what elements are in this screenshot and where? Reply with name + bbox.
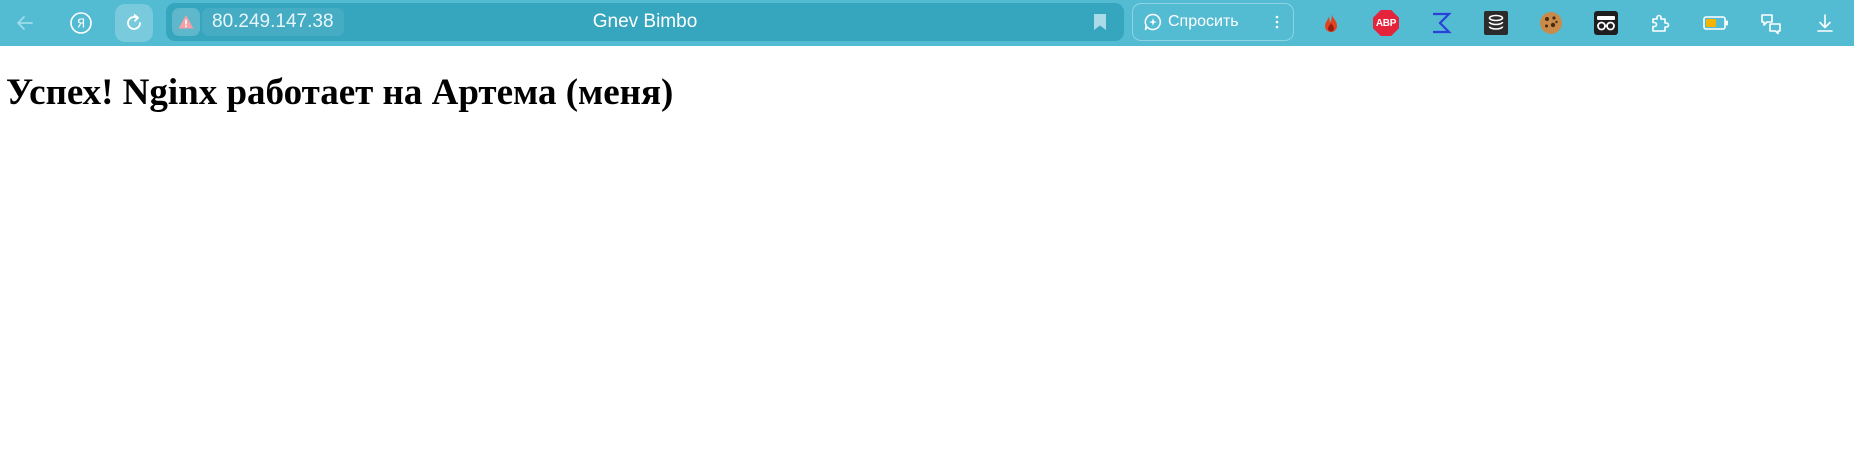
security-indicator[interactable] xyxy=(172,8,200,36)
browser-toolbar: Я 80.249.147.38 Gnev Bimbo Спросить ABP xyxy=(0,0,1854,46)
database-stack-icon xyxy=(1484,11,1508,35)
translate-icon xyxy=(1761,14,1781,35)
puzzle-extensions-icon xyxy=(1652,14,1670,32)
flame-extension-icon xyxy=(1325,13,1337,32)
reload-icon xyxy=(127,14,141,30)
url-text[interactable]: 80.249.147.38 xyxy=(202,8,344,36)
adblock-plus-icon: ABP xyxy=(1373,10,1399,36)
address-bar[interactable]: 80.249.147.38 Gnev Bimbo xyxy=(166,3,1124,41)
database-extension-button[interactable] xyxy=(1481,8,1511,38)
downloads-button[interactable] xyxy=(1810,8,1840,38)
page-heading: Успех! Nginx работает на Артема (меня) xyxy=(6,72,674,113)
svg-text:Я: Я xyxy=(77,17,85,31)
translate-button[interactable] xyxy=(1756,8,1786,38)
spy-glasses-icon xyxy=(1594,11,1618,35)
chat-sparkle-icon xyxy=(1144,13,1162,31)
cookie-extension-button[interactable] xyxy=(1536,8,1566,38)
extensions-menu-button[interactable] xyxy=(1646,8,1676,38)
bookmark-button[interactable] xyxy=(1090,12,1110,32)
abp-label: ABP xyxy=(1375,17,1397,29)
reload-button[interactable] xyxy=(115,4,153,42)
more-vertical-icon xyxy=(1275,15,1279,29)
yandex-button[interactable]: Я xyxy=(62,4,100,42)
download-icon xyxy=(1817,14,1833,32)
bookmark-icon xyxy=(1094,14,1106,30)
adblock-plus-button[interactable]: ABP xyxy=(1371,8,1401,38)
flame-extension-button[interactable] xyxy=(1316,8,1346,38)
yandex-logo-icon: Я xyxy=(70,12,92,34)
ask-alice-group: Спросить xyxy=(1132,3,1294,41)
back-arrow-icon xyxy=(17,16,33,30)
cookie-icon xyxy=(1540,12,1562,34)
battery-button[interactable] xyxy=(1701,8,1731,38)
sigma-extension-icon xyxy=(1433,12,1452,34)
battery-icon xyxy=(1703,16,1728,30)
spy-extension-button[interactable] xyxy=(1591,8,1621,38)
ask-more-button[interactable] xyxy=(1269,4,1285,40)
warning-icon xyxy=(178,15,194,29)
sigma-extension-button[interactable] xyxy=(1426,8,1456,38)
ask-button[interactable]: Спросить xyxy=(1143,4,1239,40)
back-button[interactable] xyxy=(6,4,44,42)
ask-button-label: Спросить xyxy=(1168,13,1239,30)
